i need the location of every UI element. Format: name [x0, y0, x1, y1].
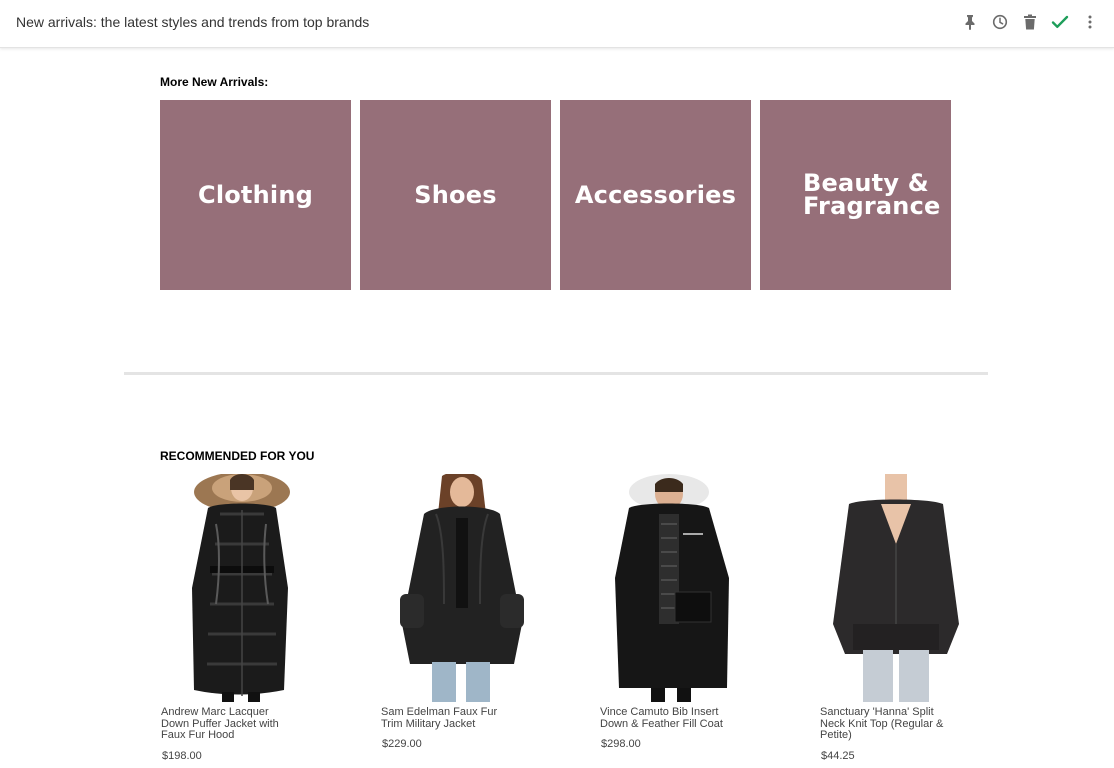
category-tile-clothing[interactable]: Clothing	[160, 100, 351, 290]
header-actions	[960, 12, 1100, 32]
section-divider	[124, 372, 988, 375]
product-name[interactable]: Sam Edelman Faux Fur Trim Military Jacke…	[381, 706, 511, 730]
pin-button[interactable]	[960, 12, 980, 32]
product-card[interactable]: Vince Camuto Bib Insert Down & Feather F…	[599, 474, 799, 750]
mark-done-button[interactable]	[1050, 12, 1070, 32]
product-name[interactable]: Vince Camuto Bib Insert Down & Feather F…	[600, 706, 730, 730]
snooze-button[interactable]	[990, 12, 1010, 32]
trash-icon	[1024, 14, 1036, 30]
product-price: $198.00	[162, 749, 202, 762]
email-header-bar: New arrivals: the latest styles and tren…	[0, 0, 1114, 48]
category-tile-shoes[interactable]: Shoes	[360, 100, 551, 290]
product-price: $298.00	[601, 738, 641, 750]
delete-button[interactable]	[1020, 12, 1040, 32]
product-name[interactable]: Sanctuary 'Hanna' Split Neck Knit Top (R…	[820, 706, 950, 742]
product-image[interactable]	[380, 474, 540, 702]
product-card[interactable]: Sanctuary 'Hanna' Split Neck Knit Top (R…	[819, 474, 1019, 762]
more-vertical-icon	[1088, 15, 1092, 29]
check-icon	[1051, 15, 1069, 28]
product-image[interactable]	[160, 474, 320, 702]
product-image[interactable]	[819, 474, 979, 702]
product-name[interactable]: Andrew Marc Lacquer Down Puffer Jacket w…	[161, 706, 291, 742]
product-price: $229.00	[382, 738, 422, 750]
category-tile-accessories[interactable]: Accessories	[560, 100, 751, 290]
new-arrivals-heading: More New Arrivals:	[160, 75, 269, 89]
category-tiles: Clothing Shoes Accessories Beauty & Frag…	[160, 100, 951, 290]
product-card[interactable]: Sam Edelman Faux Fur Trim Military Jacke…	[380, 474, 580, 750]
product-price: $44.25	[821, 749, 855, 762]
product-card[interactable]: Andrew Marc Lacquer Down Puffer Jacket w…	[160, 474, 360, 762]
recommended-products: Andrew Marc Lacquer Down Puffer Jacket w…	[160, 474, 979, 768]
clock-icon	[992, 14, 1008, 30]
email-subject: New arrivals: the latest styles and tren…	[16, 14, 370, 30]
category-tile-beauty-fragrance[interactable]: Beauty & Fragrance	[760, 100, 951, 290]
recommended-heading: RECOMMENDED FOR YOU	[160, 449, 315, 463]
product-image[interactable]	[599, 474, 759, 702]
pin-icon	[965, 15, 975, 30]
more-options-button[interactable]	[1080, 12, 1100, 32]
